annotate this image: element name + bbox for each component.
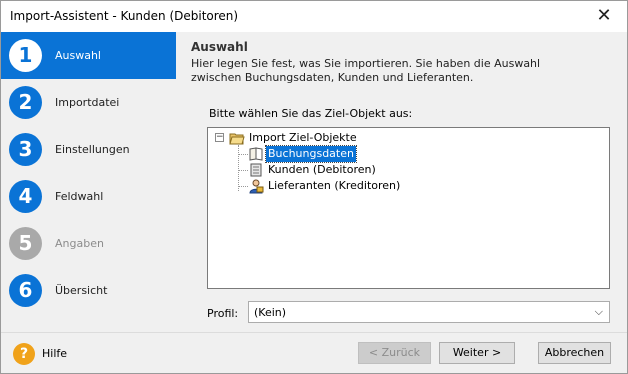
customer-card-icon bbox=[248, 162, 264, 178]
tree-node-label: Lieferanten (Kreditoren) bbox=[268, 179, 401, 192]
step-number-6: 6 bbox=[9, 274, 42, 307]
page-title: Auswahl bbox=[191, 40, 248, 54]
wizard-footer: ? Hilfe < Zurück Weiter > Abbrechen bbox=[1, 332, 627, 373]
tree-node-label: Kunden (Debitoren) bbox=[268, 163, 376, 176]
step-label: Übersicht bbox=[55, 284, 108, 297]
step-label: Auswahl bbox=[55, 49, 101, 62]
step-number-4: 4 bbox=[9, 180, 42, 213]
tree-node-label: Buchungsdaten bbox=[265, 145, 357, 163]
step-number-2: 2 bbox=[9, 86, 42, 119]
tree-connector bbox=[238, 154, 248, 155]
step-label: Einstellungen bbox=[55, 143, 130, 156]
step-number-3: 3 bbox=[9, 133, 42, 166]
cancel-button[interactable]: Abbrechen bbox=[538, 342, 611, 364]
tree-node-label: Import Ziel-Objekte bbox=[249, 131, 357, 144]
help-link[interactable]: Hilfe bbox=[42, 347, 67, 360]
target-object-prompt: Bitte wählen Sie das Ziel-Objekt aus: bbox=[209, 107, 413, 120]
tree-node-lieferanten[interactable]: Lieferanten (Kreditoren) bbox=[248, 178, 438, 194]
page-header: Auswahl Hier legen Sie fest, was Sie imp… bbox=[191, 40, 591, 85]
supplier-person-icon bbox=[248, 178, 264, 194]
target-object-tree[interactable]: − Import Ziel-Objekte Buchungsdaten Kund… bbox=[207, 127, 610, 289]
page-description: Hier legen Sie fest, was Sie importieren… bbox=[191, 57, 541, 84]
tree-node-root[interactable]: − Import Ziel-Objekte bbox=[215, 130, 415, 146]
main-panel: Auswahl Hier legen Sie fest, was Sie imp… bbox=[176, 32, 627, 332]
window-title: Import-Assistent - Kunden (Debitoren) bbox=[10, 9, 239, 23]
step-label: Feldwahl bbox=[55, 190, 104, 203]
step-label: Angaben bbox=[55, 237, 104, 250]
help-icon[interactable]: ? bbox=[13, 343, 35, 365]
import-wizard-window: Import-Assistent - Kunden (Debitoren) ✕ … bbox=[0, 0, 628, 374]
tree-node-buchungsdaten[interactable]: Buchungsdaten bbox=[248, 145, 408, 163]
next-button[interactable]: Weiter > bbox=[439, 342, 515, 364]
step-number-5: 5 bbox=[9, 227, 42, 260]
book-icon bbox=[248, 146, 264, 162]
wizard-steps-sidebar: 1 Auswahl 2 Importdatei 3 Einstellungen … bbox=[1, 32, 176, 332]
close-button[interactable]: ✕ bbox=[593, 5, 615, 27]
step-auswahl[interactable]: 1 Auswahl bbox=[1, 32, 176, 79]
step-feldwahl[interactable]: 4 Feldwahl bbox=[1, 173, 176, 220]
tree-connector bbox=[238, 170, 248, 171]
step-uebersicht[interactable]: 6 Übersicht bbox=[1, 267, 176, 314]
chevron-down-icon: ⌵ bbox=[594, 305, 603, 318]
step-number-1: 1 bbox=[9, 39, 42, 72]
profile-select[interactable]: (Kein) ⌵ bbox=[248, 301, 610, 323]
title-bar: Import-Assistent - Kunden (Debitoren) ✕ bbox=[1, 1, 627, 32]
back-button: < Zurück bbox=[358, 342, 431, 364]
step-importdatei[interactable]: 2 Importdatei bbox=[1, 79, 176, 126]
collapse-toggle[interactable]: − bbox=[215, 133, 224, 142]
tree-connector bbox=[238, 186, 248, 187]
tree-node-kunden[interactable]: Kunden (Debitoren) bbox=[248, 162, 408, 178]
tree-connector bbox=[238, 145, 239, 191]
step-label: Importdatei bbox=[55, 96, 120, 109]
open-folder-icon bbox=[229, 130, 245, 146]
step-einstellungen[interactable]: 3 Einstellungen bbox=[1, 126, 176, 173]
profile-value: (Kein) bbox=[254, 306, 287, 319]
step-angaben: 5 Angaben bbox=[1, 220, 176, 267]
profile-label: Profil: bbox=[207, 307, 239, 320]
